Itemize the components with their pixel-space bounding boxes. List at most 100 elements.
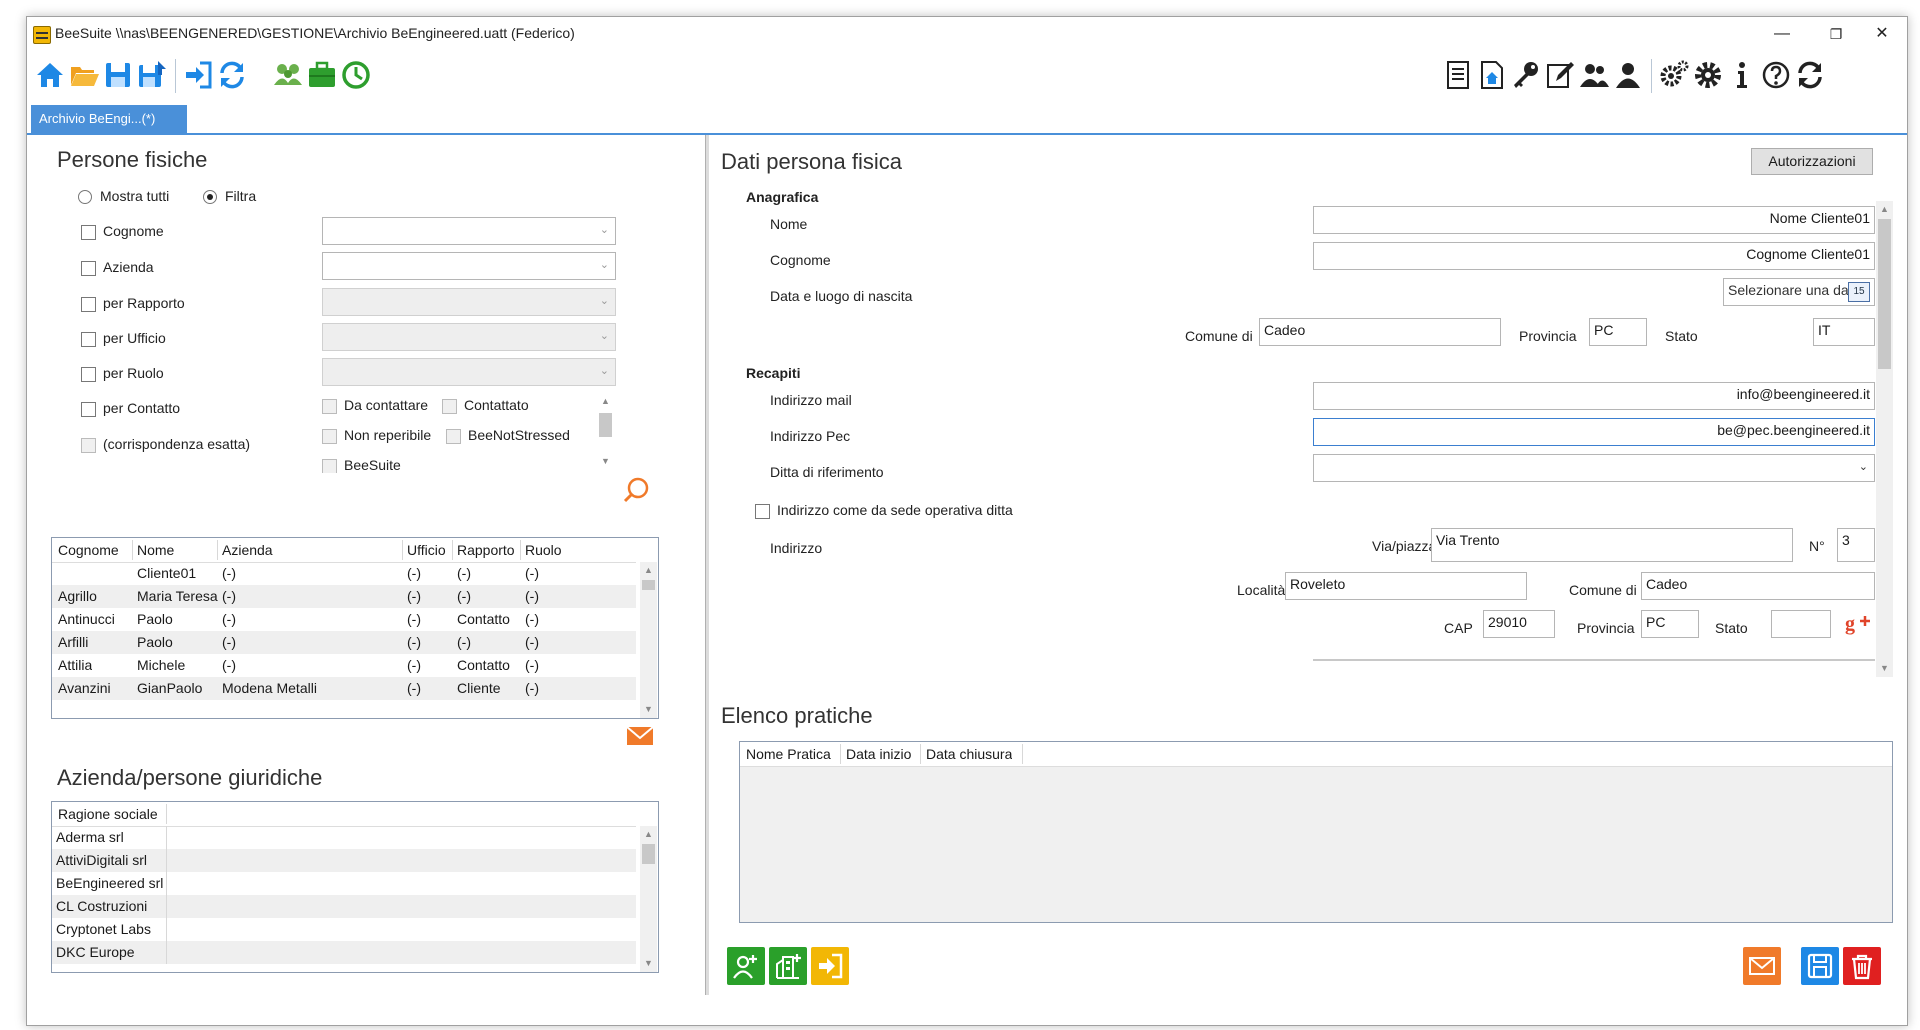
beesuite-checkbox[interactable] xyxy=(322,459,337,473)
rapporto-combo[interactable]: ⌄ xyxy=(322,288,616,316)
beenotstressed-checkbox[interactable] xyxy=(446,429,461,444)
add-person-button[interactable] xyxy=(727,947,765,985)
calendar-icon[interactable]: 15 xyxy=(1848,282,1870,302)
col-ruolo-header[interactable]: Ruolo xyxy=(525,542,562,558)
edit-icon[interactable] xyxy=(1541,56,1579,94)
list-item[interactable]: Aderma srl xyxy=(52,826,636,849)
form-cut-field xyxy=(1313,659,1875,661)
col-cognome-header[interactable]: Cognome xyxy=(58,542,119,558)
mostra-tutti-radio[interactable] xyxy=(78,190,92,204)
col-data-inizio-header[interactable]: Data inizio xyxy=(846,746,911,762)
data-nascita-picker[interactable]: Selezionare una data 15 xyxy=(1723,278,1875,306)
aziende-scrollbar[interactable]: ▲ ▼ xyxy=(640,826,657,972)
col-nome-header[interactable]: Nome xyxy=(137,542,174,558)
refresh-icon[interactable] xyxy=(213,56,251,94)
users-icon[interactable] xyxy=(1575,56,1613,94)
folder-open-icon[interactable] xyxy=(65,56,103,94)
col-rapporto-header[interactable]: Rapporto xyxy=(457,542,515,558)
dati-scrollbar[interactable]: ▲ ▼ xyxy=(1876,201,1893,677)
close-button[interactable]: ✕ xyxy=(1859,21,1905,47)
nome-input[interactable]: Nome Cliente01 xyxy=(1313,206,1875,234)
list-item[interactable]: BeEngineered srl xyxy=(52,872,636,895)
list-item[interactable]: Cryptonet Labs xyxy=(52,918,636,941)
home-icon[interactable] xyxy=(31,56,69,94)
filter-cognome-checkbox[interactable] xyxy=(81,225,96,240)
user-icon[interactable] xyxy=(1609,56,1647,94)
provincia-nascita-input[interactable]: PC xyxy=(1589,318,1647,346)
ufficio-combo[interactable]: ⌄ xyxy=(322,323,616,351)
table-row[interactable]: Antinucci Paolo (-) (-) Contatto (-) xyxy=(52,608,636,631)
pec-input[interactable]: be@pec.beengineered.it xyxy=(1313,418,1875,446)
clock-icon[interactable] xyxy=(337,56,375,94)
document-home-icon[interactable] xyxy=(1473,56,1511,94)
filter-rapporto-checkbox[interactable] xyxy=(81,297,96,312)
settings-multi-icon[interactable] xyxy=(1655,56,1693,94)
ruolo-combo[interactable]: ⌄ xyxy=(322,358,616,386)
list-item[interactable]: DKC Europe xyxy=(52,941,636,964)
save-as-icon[interactable] xyxy=(133,56,171,94)
briefcase-icon[interactable] xyxy=(303,56,341,94)
import-button[interactable] xyxy=(811,947,849,985)
numero-input[interactable]: 3 xyxy=(1837,528,1875,562)
add-location-icon[interactable]: g xyxy=(1845,611,1871,635)
comune-nascita-input[interactable]: Cadeo xyxy=(1259,318,1501,346)
cap-input[interactable]: 29010 xyxy=(1483,610,1555,638)
mail-input[interactable]: info@beengineered.it xyxy=(1313,382,1875,410)
sede-operativa-checkbox[interactable] xyxy=(755,504,770,519)
via-input[interactable]: Via Trento xyxy=(1431,528,1793,562)
table-row[interactable]: Avanzini GianPaolo Modena Metalli (-) Client… xyxy=(52,677,636,700)
localita-input[interactable]: Roveleto xyxy=(1285,572,1527,600)
contatto-scrollbar[interactable]: ▲ ▼ xyxy=(597,393,614,473)
list-item[interactable]: AttiviDigitali srl xyxy=(52,849,636,872)
delete-record-button[interactable] xyxy=(1843,947,1881,985)
tab-archivio[interactable]: Archivio BeEngi...(*) xyxy=(31,105,187,133)
table-row[interactable]: Arfilli Paolo (-) (-) (-) (-) xyxy=(52,631,636,654)
non-reperibile-checkbox[interactable] xyxy=(322,429,337,444)
autorizzazioni-button[interactable]: Autorizzazioni xyxy=(1751,148,1873,175)
filter-azienda-checkbox[interactable] xyxy=(81,261,96,276)
filter-contatto-checkbox[interactable] xyxy=(81,402,96,417)
provincia-input[interactable]: PC xyxy=(1641,610,1699,638)
table-row[interactable]: Cliente01 (-) (-) (-) (-) xyxy=(52,562,636,585)
send-mail-button[interactable] xyxy=(1743,947,1781,985)
col-ragione-sociale-header[interactable]: Ragione sociale xyxy=(58,806,158,822)
persone-scrollbar[interactable]: ▲ ▼ xyxy=(640,562,657,718)
stato-nascita-input[interactable]: IT xyxy=(1813,318,1875,346)
cognome-combo[interactable]: ⌄ xyxy=(322,217,616,245)
filtra-radio[interactable] xyxy=(203,190,217,204)
mail-icon[interactable] xyxy=(626,725,654,747)
filter-ufficio-checkbox[interactable] xyxy=(81,332,96,347)
users-group-icon[interactable] xyxy=(269,56,307,94)
contattato-checkbox[interactable] xyxy=(442,399,457,414)
col-azienda-header[interactable]: Azienda xyxy=(222,542,273,558)
stato-input[interactable] xyxy=(1771,610,1831,638)
table-row[interactable]: Agrillo Maria Teresa (-) (-) (-) (-) xyxy=(52,585,636,608)
comune-input[interactable]: Cadeo xyxy=(1641,572,1875,600)
table-row[interactable]: Attilia Michele (-) (-) Contatto (-) xyxy=(52,654,636,677)
ditta-combo[interactable]: ⌄ xyxy=(1313,454,1875,482)
search-icon[interactable] xyxy=(621,475,651,505)
login-icon[interactable] xyxy=(179,56,217,94)
minimize-button[interactable]: — xyxy=(1759,21,1805,47)
da-contattare-checkbox[interactable] xyxy=(322,399,337,414)
add-company-button[interactable] xyxy=(769,947,807,985)
save-record-button[interactable] xyxy=(1801,947,1839,985)
help-icon[interactable] xyxy=(1757,56,1795,94)
sync-icon[interactable] xyxy=(1791,56,1829,94)
cognome-input[interactable]: Cognome Cliente01 xyxy=(1313,242,1875,270)
maximize-button[interactable]: ❐ xyxy=(1813,21,1859,47)
filter-ruolo-checkbox[interactable] xyxy=(81,367,96,382)
document-icon[interactable] xyxy=(1439,56,1477,94)
list-item[interactable]: CL Costruzioni xyxy=(52,895,636,918)
key-icon[interactable] xyxy=(1507,56,1545,94)
info-icon[interactable] xyxy=(1723,56,1761,94)
save-icon[interactable] xyxy=(99,56,137,94)
panel-splitter[interactable] xyxy=(705,135,709,995)
col-data-chiusura-header[interactable]: Data chiusura xyxy=(926,746,1012,762)
svg-text:g: g xyxy=(1845,613,1855,635)
azienda-combo[interactable]: ⌄ xyxy=(322,252,616,280)
col-ufficio-header[interactable]: Ufficio xyxy=(407,542,446,558)
corrispondenza-esatta-checkbox[interactable] xyxy=(81,438,96,453)
gear-icon[interactable] xyxy=(1689,56,1727,94)
col-nome-pratica-header[interactable]: Nome Pratica xyxy=(746,746,831,762)
